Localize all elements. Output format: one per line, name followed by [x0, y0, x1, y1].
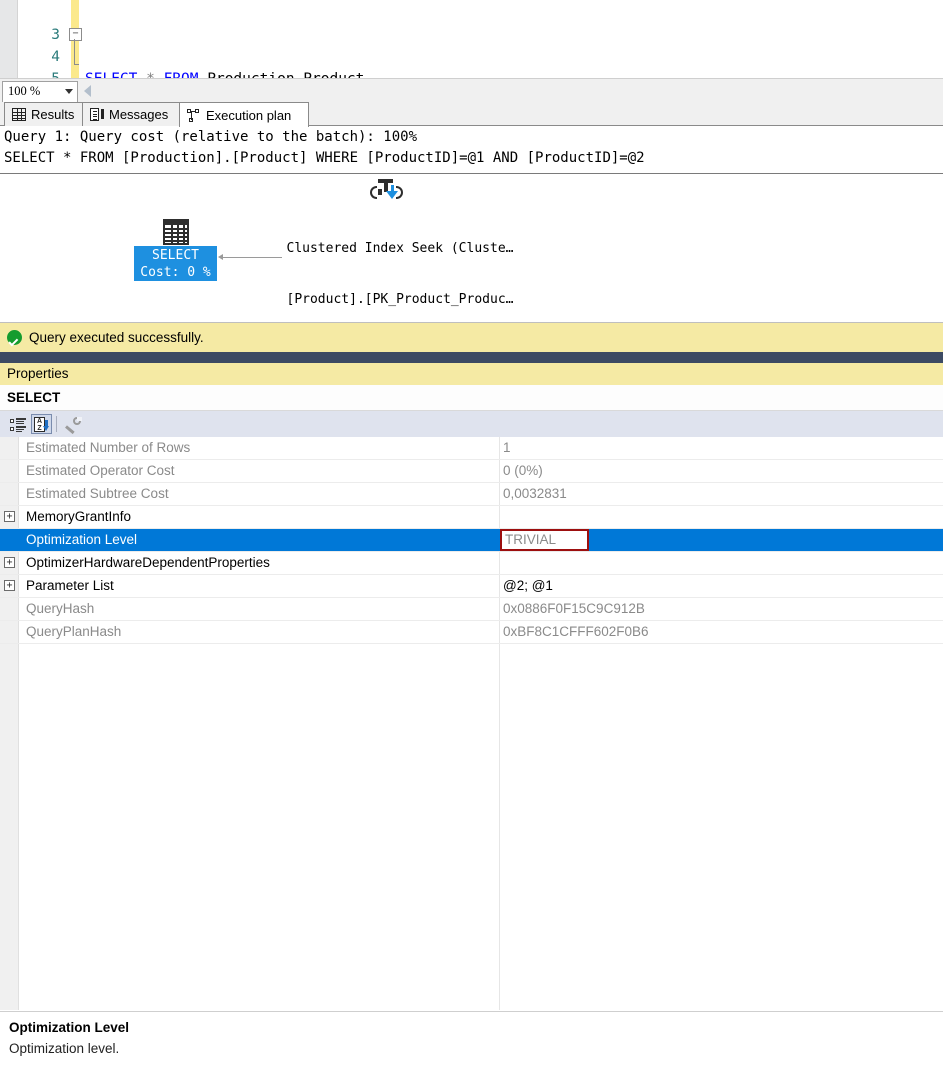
- plan-connector-arrow-icon: [218, 254, 223, 260]
- properties-selected-object: SELECT: [0, 385, 943, 411]
- plan-node-cost: Cost: 0 %: [134, 264, 217, 281]
- property-row[interactable]: + Parameter List @2; @1: [0, 575, 943, 598]
- property-name: Optimization Level: [26, 532, 137, 547]
- properties-title: Properties: [0, 363, 943, 385]
- property-row[interactable]: + OptimizerHardwareDependentProperties: [0, 552, 943, 575]
- plan-query-text-line: SELECT * FROM [Production].[Product] WHE…: [4, 148, 645, 169]
- code-area[interactable]: 3 4 SELECT * FROM Production.Product − 5…: [0, 0, 943, 78]
- description-title: Optimization Level: [9, 1020, 129, 1035]
- property-name: OptimizerHardwareDependentProperties: [26, 555, 270, 570]
- property-name: Estimated Number of Rows: [26, 440, 190, 455]
- property-row[interactable]: Estimated Operator Cost 0 (0%): [0, 460, 943, 483]
- expand-icon[interactable]: +: [4, 557, 15, 568]
- expand-icon[interactable]: +: [4, 511, 15, 522]
- plan-node-title: SELECT: [134, 247, 217, 264]
- execution-plan-pane[interactable]: Query 1: Query cost (relative to the bat…: [0, 126, 943, 322]
- description-text: Optimization level.: [9, 1041, 119, 1056]
- clustered-index-seek-icon: [370, 176, 404, 204]
- property-name: QueryPlanHash: [26, 624, 121, 639]
- property-value: 0xBF8C1CFFF602F0B6: [503, 624, 649, 639]
- success-check-icon: [7, 330, 22, 345]
- tab-messages[interactable]: Messages: [82, 102, 180, 126]
- code-line: 5 WHERE ProductID =1 AND ProductID = 10: [0, 46, 70, 68]
- property-value: 0 (0%): [503, 463, 543, 478]
- property-row[interactable]: Estimated Subtree Cost 0,0032831: [0, 483, 943, 506]
- seek-line-2: [Product].[PK_Product_Produc…: [235, 291, 565, 308]
- property-pages-icon[interactable]: [62, 414, 83, 434]
- property-name: Estimated Operator Cost: [26, 463, 175, 478]
- alphabetical-sort-icon[interactable]: AZ: [31, 414, 52, 434]
- editor-zoom-bar: 100 %: [0, 78, 943, 103]
- message-page-icon: [90, 108, 104, 121]
- plan-canvas[interactable]: SELECT Cost: 0 % Clustered Index Seek (C…: [0, 174, 943, 322]
- region-guide-line: [74, 39, 75, 65]
- property-value: @2; @1: [503, 578, 553, 593]
- scroll-left-icon[interactable]: [84, 85, 91, 97]
- property-name: QueryHash: [26, 601, 94, 616]
- categorized-icon[interactable]: [7, 414, 28, 434]
- status-message: Query executed successfully.: [29, 330, 204, 345]
- property-value: 1: [503, 440, 511, 455]
- property-row[interactable]: + MemoryGrantInfo: [0, 506, 943, 529]
- property-value: 0,0032831: [503, 486, 567, 501]
- tab-execution-plan[interactable]: Execution plan: [179, 102, 309, 127]
- region-guide-end: [74, 64, 79, 65]
- property-value: 0x0886F0F15C9C912B: [503, 601, 645, 616]
- properties-window: Properties SELECT AZ: [0, 363, 943, 718]
- plan-node-index-seek[interactable]: Clustered Index Seek (Cluste… [Product].…: [235, 206, 565, 322]
- query-editor[interactable]: 3 4 SELECT * FROM Production.Product − 5…: [0, 0, 943, 78]
- seek-line-1: Clustered Index Seek (Cluste…: [235, 240, 565, 257]
- ssms-window: 3 4 SELECT * FROM Production.Product − 5…: [0, 0, 943, 718]
- properties-toolbar: AZ: [0, 411, 943, 438]
- chevron-down-icon: [65, 89, 73, 94]
- grid-icon: [12, 108, 26, 121]
- zoom-level-value: 100 %: [8, 84, 40, 99]
- property-row[interactable]: Estimated Number of Rows 1: [0, 437, 943, 460]
- window-separator-band: [0, 352, 943, 363]
- property-description-pane: Optimization Level Optimization level.: [0, 1011, 943, 1082]
- execution-plan-icon: [187, 109, 201, 122]
- property-name: MemoryGrantInfo: [26, 509, 131, 524]
- property-grid[interactable]: Estimated Number of Rows 1 Estimated Ope…: [0, 437, 943, 1010]
- property-row[interactable]: QueryHash 0x0886F0F15C9C912B: [0, 598, 943, 621]
- tab-results[interactable]: Results: [4, 102, 83, 126]
- collapse-toggle-icon[interactable]: −: [69, 28, 82, 41]
- property-row-optimization-level[interactable]: Optimization Level TRIVIAL: [0, 529, 943, 552]
- tab-label: Execution plan: [206, 108, 291, 123]
- results-tab-strip: Results Messages Execution plan: [0, 102, 943, 126]
- query-status-bar: Query executed successfully.: [0, 322, 943, 352]
- expand-icon[interactable]: +: [4, 580, 15, 591]
- zoom-level-select[interactable]: 100 %: [2, 81, 78, 103]
- plan-query-cost-line: Query 1: Query cost (relative to the bat…: [4, 127, 417, 148]
- property-name: Parameter List: [26, 578, 114, 593]
- tab-label: Results: [31, 107, 74, 122]
- code-line: 3: [0, 2, 70, 24]
- tab-label: Messages: [109, 107, 168, 122]
- select-result-icon: [163, 219, 189, 245]
- property-value: TRIVIAL: [505, 532, 556, 547]
- property-name: Estimated Subtree Cost: [26, 486, 169, 501]
- property-row[interactable]: QueryPlanHash 0xBF8C1CFFF602F0B6: [0, 621, 943, 644]
- plan-node-select[interactable]: SELECT Cost: 0 %: [134, 246, 217, 281]
- toolbar-separator: [56, 416, 57, 432]
- code-line: 4 SELECT * FROM Production.Product: [0, 24, 70, 46]
